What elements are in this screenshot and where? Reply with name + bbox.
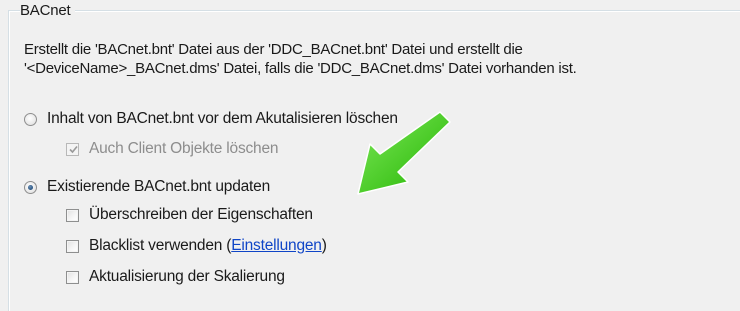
- radio-update[interactable]: [24, 180, 37, 194]
- check-overwrite-label[interactable]: Überschreiben der Eigenschaften: [89, 206, 313, 224]
- check-overwrite[interactable]: [66, 208, 79, 222]
- radio-update-label[interactable]: Existierende BACnet.bnt updaten: [47, 178, 270, 196]
- check-overwrite-row[interactable]: Überschreiben der Eigenschaften: [66, 206, 313, 224]
- check-blacklist-label[interactable]: Blacklist verwenden (Einstellungen): [89, 237, 327, 255]
- check-scaling-label[interactable]: Aktualisierung der Skalierung: [89, 268, 285, 286]
- check-client-objects-label: Auch Client Objekte löschen: [89, 140, 279, 157]
- radio-delete-label[interactable]: Inhalt von BACnet.bnt vor dem Akutalisie…: [47, 110, 398, 128]
- description: Erstellt die 'BACnet.bnt' Datei aus der …: [24, 40, 740, 78]
- check-client-objects-row: Auch Client Objekte löschen: [66, 140, 279, 158]
- radio-delete[interactable]: [24, 112, 37, 126]
- check-scaling[interactable]: [66, 270, 79, 284]
- blacklist-label-text: Blacklist verwenden (: [89, 237, 232, 254]
- description-line-1: Erstellt die 'BACnet.bnt' Datei aus der …: [24, 41, 523, 58]
- blacklist-label-close: ): [321, 237, 327, 254]
- checkmark-icon: [69, 145, 78, 153]
- check-client-objects: [66, 142, 79, 156]
- check-scaling-row[interactable]: Aktualisierung der Skalierung: [66, 268, 285, 286]
- check-blacklist-row[interactable]: Blacklist verwenden (Einstellungen): [66, 237, 327, 255]
- check-blacklist[interactable]: [66, 239, 79, 253]
- settings-link[interactable]: Einstellungen: [231, 237, 322, 254]
- groupbox-title: BACnet: [20, 2, 75, 19]
- radio-delete-row[interactable]: Inhalt von BACnet.bnt vor dem Akutalisie…: [24, 110, 398, 128]
- description-line-2: '<DeviceName>_BACnet.dms' Datei, falls d…: [24, 60, 577, 77]
- radio-update-row[interactable]: Existierende BACnet.bnt updaten: [24, 178, 270, 196]
